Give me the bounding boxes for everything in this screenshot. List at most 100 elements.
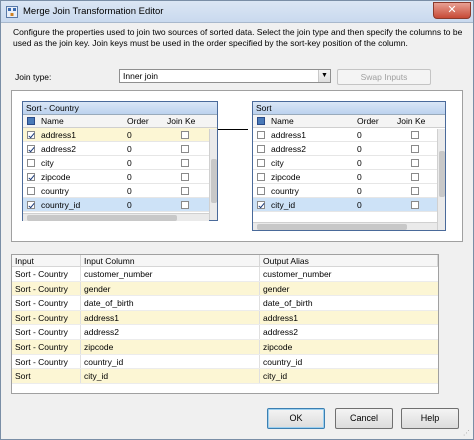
swap-inputs-button[interactable]: Swap Inputs [337,69,431,85]
column-select-checkbox[interactable] [253,128,269,141]
join-key-cell[interactable] [165,142,199,155]
grid-cell-output-alias[interactable]: address1 [260,311,438,325]
column-select-checkbox-box[interactable] [27,186,35,195]
column-select-checkbox[interactable] [23,170,39,183]
grid-cell-output-alias[interactable]: country_id [260,355,438,369]
right-table-vscrollbar[interactable] [437,129,445,230]
grid-row[interactable]: Sort city_id city_id [12,369,438,384]
column-select-checkbox-box[interactable] [257,186,265,195]
grid-cell-input-column[interactable]: date_of_birth [81,296,260,310]
right-table-hscrollbar[interactable] [253,222,437,230]
select-all-checkbox-box[interactable] [257,117,265,125]
grid-cell-input-column[interactable]: country_id [81,354,260,369]
resize-grip-icon[interactable]: ⋰ [463,429,472,438]
column-select-checkbox-box[interactable] [257,130,265,139]
close-button[interactable]: ✕ [433,2,471,19]
grid-cell-input-column[interactable]: zipcode [81,339,260,354]
column-select-checkbox[interactable] [23,128,39,141]
grid-cell-output-alias[interactable]: customer_number [260,267,438,281]
grid-cell-output-alias[interactable]: city_id [260,369,438,383]
select-all-checkbox[interactable] [253,115,269,127]
column-row[interactable]: address1 0 [253,128,445,142]
grid-row[interactable]: Sort - Country gender gender [12,281,438,297]
column-select-checkbox[interactable] [253,184,269,197]
column-select-checkbox-box[interactable] [257,144,265,153]
join-key-cell[interactable] [165,184,199,197]
join-key-cell[interactable] [165,156,199,169]
column-row[interactable]: city 0 [23,156,217,170]
grid-cell-input-column[interactable]: address1 [81,310,260,325]
column-select-checkbox[interactable] [23,198,39,211]
grid-row[interactable]: Sort - Country address2 address2 [12,325,438,340]
column-row[interactable]: address1 0 [23,128,217,142]
left-hscroll-thumb[interactable] [27,215,177,221]
column-select-checkbox[interactable] [253,156,269,169]
join-type-dropdown[interactable]: Inner join ▼ [119,69,331,83]
column-row[interactable]: address2 0 [23,142,217,156]
grid-row[interactable]: Sort - Country zipcode zipcode [12,339,438,355]
column-row[interactable]: zipcode 0 [23,170,217,184]
left-table-hscrollbar[interactable] [23,213,209,221]
grid-row[interactable]: Sort - Country customer_number customer_nu… [12,267,438,282]
select-all-checkbox-box[interactable] [27,117,35,125]
column-select-checkbox-box[interactable] [257,172,265,181]
join-key-cell[interactable] [395,170,429,183]
join-key-cell[interactable] [395,198,429,211]
join-key-cell[interactable] [165,170,199,183]
grid-row[interactable]: Sort - Country address1 address1 [12,310,438,326]
column-row[interactable]: address2 0 [253,142,445,156]
join-key-checkbox[interactable] [411,144,419,153]
grid-cell-input-column[interactable]: address2 [81,325,260,339]
join-key-cell[interactable] [395,128,429,141]
grid-cell-output-alias[interactable]: gender [260,282,438,296]
column-select-checkbox-box[interactable] [27,144,35,153]
column-select-checkbox-box[interactable] [27,130,35,139]
grid-cell-output-alias[interactable]: address2 [260,325,438,339]
column-row[interactable]: city 0 [253,156,445,170]
column-select-checkbox-box[interactable] [27,158,35,167]
column-row[interactable]: zipcode 0 [253,170,445,184]
column-select-checkbox[interactable] [23,142,39,155]
column-select-checkbox-box[interactable] [257,200,265,209]
select-all-checkbox[interactable] [23,115,39,127]
join-key-checkbox[interactable] [411,130,419,139]
grid-cell-input-column[interactable]: customer_number [81,267,260,281]
join-key-cell[interactable] [395,184,429,197]
ok-button[interactable]: OK [267,408,325,429]
join-key-checkbox[interactable] [411,172,419,181]
right-hscroll-thumb[interactable] [257,224,407,230]
column-select-checkbox-box[interactable] [27,172,35,181]
column-row[interactable]: country_id 0 [23,198,217,212]
left-table-vscrollbar[interactable] [209,129,217,220]
column-select-checkbox[interactable] [253,142,269,155]
column-select-checkbox-box[interactable] [27,200,35,209]
column-select-checkbox[interactable] [23,184,39,197]
left-vscroll-thumb[interactable] [211,159,217,203]
grid-cell-output-alias[interactable]: zipcode [260,340,438,354]
grid-cell-input-column[interactable]: gender [81,281,260,296]
join-key-checkbox[interactable] [181,172,189,181]
column-select-checkbox[interactable] [253,198,269,211]
cancel-button[interactable]: Cancel [335,408,393,429]
join-key-checkbox[interactable] [411,158,419,167]
grid-row[interactable]: Sort - Country date_of_birth date_of_birth [12,296,438,311]
join-key-cell[interactable] [165,198,199,211]
grid-row[interactable]: Sort - Country country_id country_id [12,354,438,370]
join-key-cell[interactable] [395,142,429,155]
right-vscroll-thumb[interactable] [439,151,445,197]
column-select-checkbox[interactable] [23,156,39,169]
join-key-cell[interactable] [395,156,429,169]
join-key-checkbox[interactable] [181,186,189,195]
grid-cell-input-column[interactable]: city_id [81,369,260,383]
join-key-checkbox[interactable] [181,144,189,153]
column-row[interactable]: country 0 [23,184,217,198]
join-key-cell[interactable] [165,128,199,141]
column-row[interactable]: city_id 0 [253,198,445,212]
join-key-checkbox[interactable] [411,200,419,209]
grid-cell-output-alias[interactable]: date_of_birth [260,296,438,310]
column-select-checkbox-box[interactable] [257,158,265,167]
help-button[interactable]: Help [401,408,459,429]
join-key-checkbox[interactable] [181,130,189,139]
column-row[interactable]: country 0 [253,184,445,198]
chevron-down-icon[interactable]: ▼ [318,70,330,82]
